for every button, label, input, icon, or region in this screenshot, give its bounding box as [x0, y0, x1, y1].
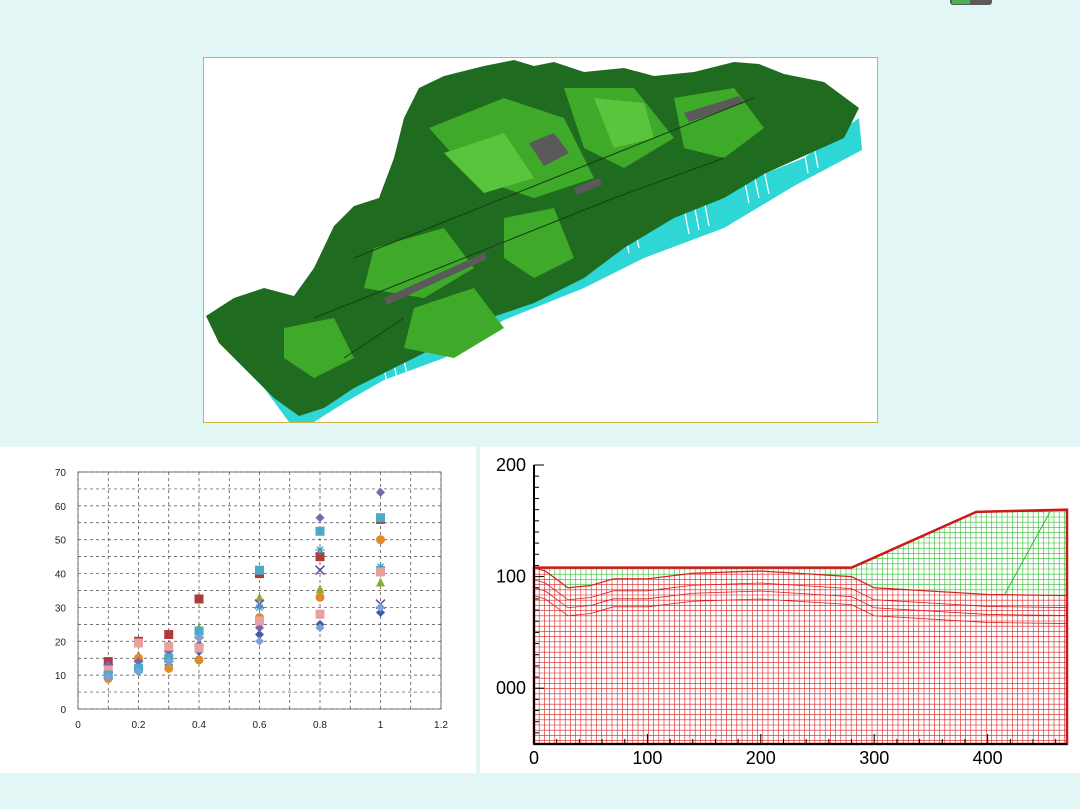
scatter-point [315, 584, 325, 594]
scatter-x-tick-label: 1.2 [434, 720, 448, 731]
mesh-x-tick-label: 300 [859, 748, 889, 768]
mesh-chart: 2001000000 100 200 300 400 [496, 455, 1069, 768]
scatter-y-tick-label: 40 [55, 570, 67, 581]
scatter-point [376, 535, 385, 545]
scatter-point [255, 602, 264, 612]
scatter-x-tick-label: 0.6 [253, 720, 267, 731]
scatter-y-tick-label: 0 [60, 705, 66, 716]
scatter-point [194, 643, 204, 653]
scatter-point [376, 602, 385, 612]
scatter-point [194, 655, 204, 665]
scatter-y-tick-label: 70 [55, 468, 67, 479]
scatter-y-tick-label: 20 [55, 637, 67, 648]
scatter-x-tick-label: 0.4 [192, 720, 206, 731]
battery-fill [952, 0, 970, 4]
scatter-point [134, 638, 143, 648]
scatter-point [194, 594, 204, 604]
terrain-model-graphic [206, 60, 862, 422]
scatter-point [255, 616, 264, 626]
mesh-layer-line [533, 595, 1068, 624]
scatter-point [315, 592, 325, 602]
scatter-point [164, 630, 174, 640]
scatter-point [255, 636, 264, 646]
terrain-model-image [203, 57, 878, 423]
scatter-y-tick-label: 10 [55, 671, 67, 682]
scatter-point [164, 641, 174, 651]
mesh-chart-panel: 200 100 000 0 100 200 300 400 [480, 447, 1080, 773]
scatter-x-tick-label: 0.8 [313, 720, 327, 731]
mesh-y-tick-label: 100 [496, 567, 526, 587]
scatter-x-tick-label: 0 [75, 720, 81, 731]
scatter-point [255, 565, 264, 575]
mesh-x-tick-label: 0 [529, 748, 539, 768]
scatter-y-tick-label: 60 [55, 502, 67, 513]
scatter-point [376, 513, 385, 523]
mesh-outline [532, 508, 1069, 746]
scatter-y-tick-label: 30 [55, 603, 67, 614]
mesh-y-tick-label: 000 [496, 678, 526, 698]
scatter-point [315, 513, 325, 523]
scatter-point [315, 526, 325, 536]
scatter-y-tick-label: 50 [55, 536, 67, 547]
scatter-point [315, 609, 325, 619]
scatter-x-tick-label: 1 [378, 720, 384, 731]
mesh-x-tick-label: 200 [746, 748, 776, 768]
mesh-y-tick-label: 200 [496, 455, 526, 475]
scatter-point [376, 487, 385, 497]
mesh-x-tick-label: 400 [973, 748, 1003, 768]
battery-indicator [950, 0, 992, 5]
scatter-point [376, 567, 385, 577]
scatter-chart: 0 0.2 0.4 0.6 0.8 1 1.2 0 10 20 30 40 50 60 70 [55, 468, 449, 731]
scatter-x-tick-label: 0.2 [132, 720, 146, 731]
scatter-chart-panel: 0 0.2 0.4 0.6 0.8 1 1.2 0 10 20 30 40 50 60 70 [0, 447, 476, 773]
scatter-point [376, 577, 385, 587]
mesh-interface-line [533, 567, 1068, 597]
mesh-x-tick-label: 100 [632, 748, 662, 768]
